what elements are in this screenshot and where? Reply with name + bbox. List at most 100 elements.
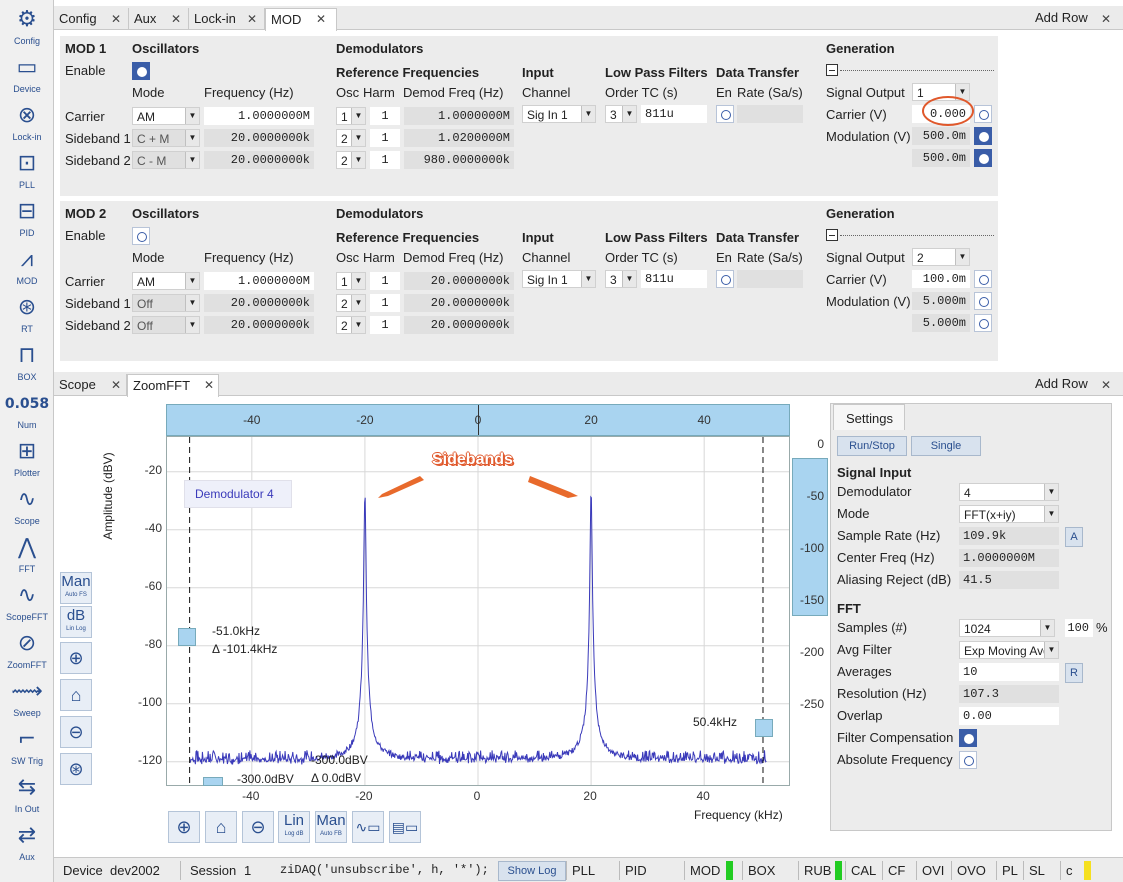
modulation2-v-field[interactable]: 500.0m bbox=[912, 149, 970, 167]
zoom-out-icon[interactable]: ⊖ bbox=[242, 811, 274, 843]
sidebar-num-button[interactable]: 0.058 Num bbox=[3, 388, 51, 434]
modulation-v-field[interactable]: 5.000m bbox=[912, 292, 970, 310]
close-icon[interactable]: ✕ bbox=[247, 12, 257, 26]
save-data-icon[interactable]: ▤▭ bbox=[389, 811, 421, 843]
osc-select[interactable]: 2 ▼ bbox=[336, 294, 366, 312]
setting-button[interactable]: A bbox=[1065, 527, 1083, 547]
data-transfer-enable-toggle[interactable] bbox=[716, 270, 734, 288]
frequency-field[interactable]: 1.0000000M bbox=[204, 272, 314, 290]
sidebar-in-out-button[interactable]: ⇆ In Out bbox=[3, 772, 51, 818]
close-icon[interactable]: ✕ bbox=[1101, 378, 1111, 392]
close-icon[interactable]: ✕ bbox=[316, 12, 326, 26]
order-select[interactable]: 3 ▼ bbox=[605, 105, 637, 123]
harm-field[interactable]: 1 bbox=[370, 107, 400, 125]
zoom-in-icon[interactable]: ⊕ bbox=[168, 811, 200, 843]
sidebar-plotter-button[interactable]: ⊞ Plotter bbox=[3, 436, 51, 482]
modulation-enable-toggle[interactable] bbox=[974, 292, 992, 310]
cursor2-handle[interactable] bbox=[755, 719, 773, 737]
frequency-field[interactable]: 20.0000000k bbox=[204, 294, 314, 312]
add-row-button[interactable]: Add Row bbox=[1035, 10, 1088, 25]
harm-field[interactable]: 1 bbox=[370, 129, 400, 147]
enable-toggle[interactable] bbox=[132, 62, 150, 80]
sidebar-rt-button[interactable]: ⊛ RT bbox=[3, 292, 51, 338]
close-icon[interactable]: ✕ bbox=[111, 12, 121, 26]
setting-select[interactable]: 4 ▼ bbox=[959, 483, 1059, 501]
osc-select[interactable]: 1 ▼ bbox=[336, 107, 366, 125]
close-icon[interactable]: ✕ bbox=[1101, 12, 1111, 26]
order-select[interactable]: 3 ▼ bbox=[605, 270, 637, 288]
zoom-in-icon[interactable]: ⊕ bbox=[60, 642, 92, 674]
setting-select[interactable]: Exp Moving Avg ▼ bbox=[959, 641, 1059, 659]
zoom-home-icon[interactable]: ⌂ bbox=[60, 679, 92, 711]
enable-toggle[interactable] bbox=[132, 227, 150, 245]
setting-select[interactable]: FFT(x+iy) ▼ bbox=[959, 505, 1059, 523]
close-icon[interactable]: ✕ bbox=[111, 378, 121, 392]
sidebar-device-button[interactable]: ▭ Device bbox=[3, 52, 51, 98]
lin-button[interactable]: Lin Log dB bbox=[278, 811, 310, 843]
carrier-v-field[interactable]: 100.0m bbox=[912, 270, 970, 288]
setting-toggle[interactable] bbox=[959, 751, 977, 769]
sidebar-aux-button[interactable]: ⇄ Aux bbox=[3, 820, 51, 866]
modulation2-v-field[interactable]: 5.000m bbox=[912, 314, 970, 332]
single-button[interactable]: Single bbox=[911, 436, 981, 456]
zoom-out-icon[interactable]: ⊖ bbox=[60, 716, 92, 748]
cursor1-handle[interactable] bbox=[178, 628, 196, 646]
zoom-fit-icon[interactable]: ⊛ bbox=[60, 753, 92, 785]
osc-select[interactable]: 2 ▼ bbox=[336, 129, 366, 147]
signal-output-select[interactable]: 2 ▼ bbox=[912, 248, 970, 266]
add-row-button[interactable]: Add Row bbox=[1035, 376, 1088, 391]
osc-select[interactable]: 2 ▼ bbox=[336, 151, 366, 169]
man-x-button[interactable]: Man Auto FB bbox=[315, 811, 347, 843]
db-button[interactable]: dB Lin Log bbox=[60, 606, 92, 638]
sidebar-mod-button[interactable]: ⩘ MOD bbox=[3, 244, 51, 290]
mode-select[interactable]: AM ▼ bbox=[132, 272, 200, 290]
setting-select[interactable]: 1024 ▼ bbox=[959, 619, 1055, 637]
sidebar-pid-button[interactable]: ⊟ PID bbox=[3, 196, 51, 242]
channel-select[interactable]: Sig In 1 ▼ bbox=[522, 105, 596, 123]
data-transfer-enable-toggle[interactable] bbox=[716, 105, 734, 123]
harm-field[interactable]: 1 bbox=[370, 294, 400, 312]
run-stop-button[interactable]: Run/Stop bbox=[837, 436, 907, 456]
carrier-enable-toggle[interactable] bbox=[974, 105, 992, 123]
harm-field[interactable]: 1 bbox=[370, 272, 400, 290]
sidebar-config-button[interactable]: ⚙ Config bbox=[3, 4, 51, 50]
frequency-field[interactable]: 20.0000000k bbox=[204, 151, 314, 169]
setting-field[interactable]: 10 bbox=[959, 663, 1059, 681]
frequency-field[interactable]: 1.0000000M bbox=[204, 107, 314, 125]
mode-select[interactable]: AM ▼ bbox=[132, 107, 200, 125]
tab-mod[interactable]: MOD bbox=[265, 8, 337, 31]
setting-button[interactable]: R bbox=[1065, 663, 1083, 683]
collapse-icon[interactable] bbox=[826, 229, 838, 241]
percent-field[interactable]: 100 bbox=[1065, 619, 1093, 637]
harm-field[interactable]: 1 bbox=[370, 151, 400, 169]
tc-field[interactable]: 811u bbox=[641, 105, 707, 123]
tc-field[interactable]: 811u bbox=[641, 270, 707, 288]
channel-select[interactable]: Sig In 1 ▼ bbox=[522, 270, 596, 288]
collapse-icon[interactable] bbox=[826, 64, 838, 76]
mode-select[interactable]: Off ▼ bbox=[132, 294, 200, 312]
rate-field[interactable] bbox=[737, 105, 803, 123]
sidebar-box-button[interactable]: ⊓ BOX bbox=[3, 340, 51, 386]
sidebar-sweep-button[interactable]: ⟿ Sweep bbox=[3, 676, 51, 722]
modulation-v-field[interactable]: 500.0m bbox=[912, 127, 970, 145]
modulation2-enable-toggle[interactable] bbox=[974, 314, 992, 332]
man-button[interactable]: Man Auto FS bbox=[60, 572, 92, 604]
osc-select[interactable]: 2 ▼ bbox=[336, 316, 366, 334]
carrier-enable-toggle[interactable] bbox=[974, 270, 992, 288]
sidebar-pll-button[interactable]: ⊡ PLL bbox=[3, 148, 51, 194]
top-axis-strip[interactable]: -40-2002040 bbox=[166, 404, 790, 436]
osc-select[interactable]: 1 ▼ bbox=[336, 272, 366, 290]
harm-field[interactable]: 1 bbox=[370, 316, 400, 334]
sidebar-sw-trig-button[interactable]: ⌐ SW Trig bbox=[3, 724, 51, 770]
sidebar-scope-button[interactable]: ∿ Scope bbox=[3, 484, 51, 530]
cursor-bottom-handle[interactable] bbox=[203, 777, 223, 786]
sidebar-zoomfft-button[interactable]: ⊘ ZoomFFT bbox=[3, 628, 51, 674]
mode-select[interactable]: C + M ▼ bbox=[132, 129, 200, 147]
rate-field[interactable] bbox=[737, 270, 803, 288]
setting-field[interactable]: 0.00 bbox=[959, 707, 1059, 725]
setting-toggle[interactable] bbox=[959, 729, 977, 747]
mode-select[interactable]: C - M ▼ bbox=[132, 151, 200, 169]
sidebar-scopefft-button[interactable]: ∿ ScopeFFT bbox=[3, 580, 51, 626]
close-icon[interactable]: ✕ bbox=[204, 378, 214, 392]
zoom-home-icon[interactable]: ⌂ bbox=[205, 811, 237, 843]
